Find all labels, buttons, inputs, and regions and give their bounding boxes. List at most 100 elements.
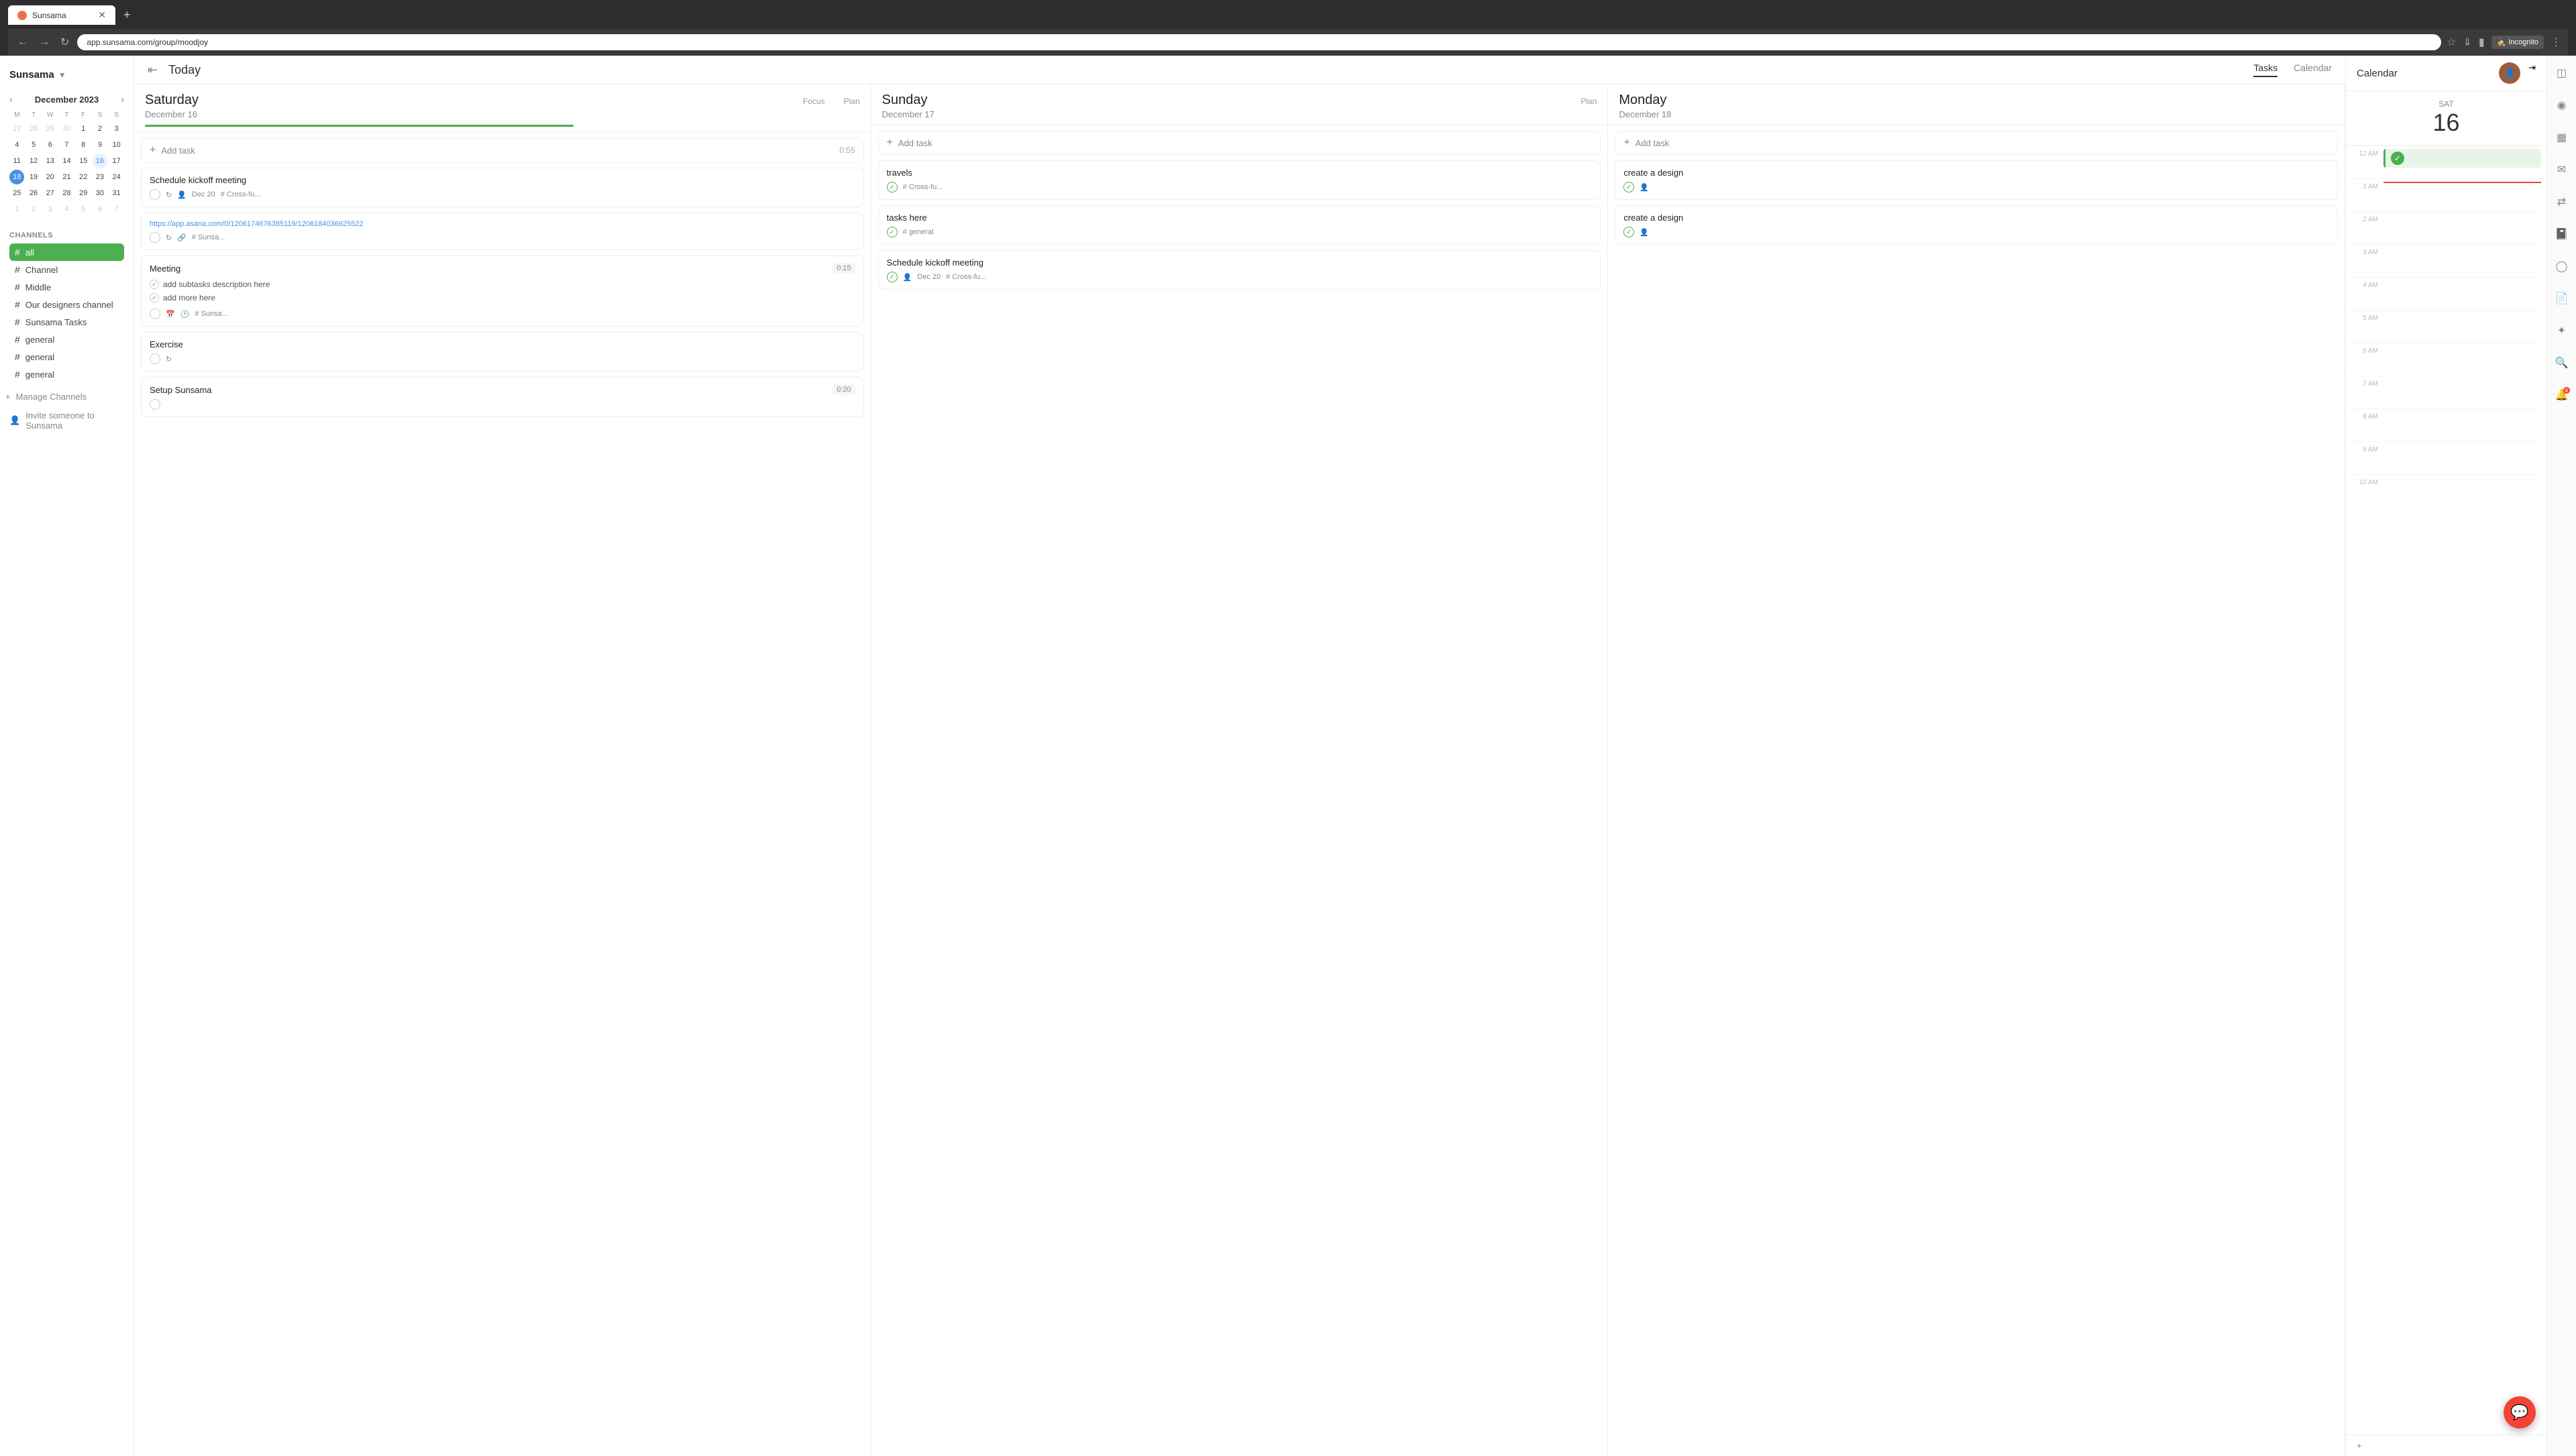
sync-icon[interactable]: ⇄ bbox=[2553, 192, 2571, 211]
cal-day-14[interactable]: 14 bbox=[59, 154, 74, 168]
cal-day-24[interactable]: 24 bbox=[109, 170, 124, 184]
forward-button[interactable]: → bbox=[36, 34, 52, 51]
cal-day-25[interactable]: 25 bbox=[9, 186, 24, 201]
mail-icon[interactable]: ✉ bbox=[2553, 160, 2571, 179]
channel-item-sunsama-tasks[interactable]: # Sunsama Tasks bbox=[9, 313, 124, 331]
cal-day-27[interactable]: 27 bbox=[43, 186, 58, 201]
cal-day-28[interactable]: 28 bbox=[59, 186, 74, 201]
task-card-tasks-here[interactable]: tasks here ✓ # general bbox=[878, 205, 1601, 245]
cal-day-11[interactable]: 11 bbox=[9, 154, 24, 168]
add-task-saturday[interactable]: + Add task 0:55 bbox=[141, 138, 864, 162]
cal-day-10[interactable]: 10 bbox=[109, 137, 124, 152]
network-icon[interactable]: ◉ bbox=[2553, 96, 2571, 115]
task-card-travels[interactable]: travels ✓ # Cross-fu... bbox=[878, 160, 1601, 200]
channel-item-general3[interactable]: # general bbox=[9, 366, 124, 383]
cal-day-6-next[interactable]: 6 bbox=[93, 202, 107, 217]
task-card-exercise[interactable]: Exercise ↻ bbox=[141, 332, 864, 372]
new-tab-button[interactable]: + bbox=[118, 5, 136, 25]
url-bar[interactable]: app.sunsama.com/group/moodjoy bbox=[77, 34, 2441, 50]
panel-close-icon[interactable]: ⇥ bbox=[2528, 62, 2536, 84]
cal-day-2-next[interactable]: 2 bbox=[26, 202, 41, 217]
cal-day-23[interactable]: 23 bbox=[93, 170, 107, 184]
cal-day-29[interactable]: 29 bbox=[76, 186, 91, 201]
subtask-check-2[interactable]: ✓ bbox=[150, 293, 159, 302]
browser-tab[interactable]: Sunsama ✕ bbox=[8, 5, 115, 25]
cal-day-3-next[interactable]: 3 bbox=[43, 202, 58, 217]
refresh-star-icon[interactable]: ✦ bbox=[2553, 321, 2571, 340]
task-check-meeting[interactable] bbox=[150, 309, 160, 319]
download-icon[interactable]: ⇓ bbox=[2463, 36, 2471, 49]
cal-day-21[interactable]: 21 bbox=[59, 170, 74, 184]
cal-day-9[interactable]: 9 bbox=[93, 137, 107, 152]
channel-item-channel[interactable]: # Channel bbox=[9, 261, 124, 278]
grid-icon[interactable]: ◫ bbox=[2553, 64, 2571, 82]
cal-day-17[interactable]: 17 bbox=[109, 154, 124, 168]
task-check-design2[interactable]: ✓ bbox=[1623, 227, 1634, 237]
cal-day-7[interactable]: 7 bbox=[59, 137, 74, 152]
collapse-left-button[interactable]: ⇤ bbox=[148, 63, 158, 77]
cal-day-31[interactable]: 31 bbox=[109, 186, 124, 201]
cal-day-16[interactable]: 16 bbox=[93, 154, 107, 168]
task-card-schedule-kickoff[interactable]: Schedule kickoff meeting ↻ 👤 Dec 20 # Cr… bbox=[141, 168, 864, 207]
cal-day-28om[interactable]: 28 bbox=[26, 121, 41, 136]
task-card-setup[interactable]: Setup Sunsama 0:20 bbox=[141, 377, 864, 417]
cal-day-4[interactable]: 4 bbox=[9, 137, 24, 152]
channel-item-all[interactable]: # all bbox=[9, 243, 124, 261]
today-button[interactable]: Today bbox=[168, 63, 201, 77]
tab-tasks[interactable]: Tasks bbox=[2253, 62, 2277, 77]
cal-day-6[interactable]: 6 bbox=[43, 137, 58, 152]
cal-day-13[interactable]: 13 bbox=[43, 154, 58, 168]
cal-day-15[interactable]: 15 bbox=[76, 154, 91, 168]
cal-day-5[interactable]: 5 bbox=[26, 137, 41, 152]
task-check-design1[interactable]: ✓ bbox=[1623, 182, 1634, 192]
fab-button[interactable]: 💬 bbox=[2504, 1396, 2536, 1429]
cal-day-12[interactable]: 12 bbox=[26, 154, 41, 168]
cal-day-18[interactable]: 18 bbox=[9, 170, 24, 184]
cal-day-19[interactable]: 19 bbox=[26, 170, 41, 184]
extensions-icon[interactable]: ▮ bbox=[2479, 36, 2485, 49]
task-check-schedule[interactable] bbox=[150, 189, 160, 200]
cal-day-27om[interactable]: 27 bbox=[9, 121, 24, 136]
location-icon[interactable]: ◯ bbox=[2553, 257, 2571, 276]
task-card-design2[interactable]: create a design ✓ 👤 bbox=[1615, 205, 2338, 245]
plan-button-sunday[interactable]: Plan bbox=[1580, 97, 1597, 106]
task-card-meeting[interactable]: Meeting 0:15 ✓ add subtasks description … bbox=[141, 256, 864, 327]
card-icon[interactable]: 📄 bbox=[2553, 289, 2571, 308]
cal-day-8[interactable]: 8 bbox=[76, 137, 91, 152]
task-check-setup[interactable] bbox=[150, 399, 160, 410]
cal-day-1-next[interactable]: 1 bbox=[9, 202, 24, 217]
task-check-tasks-here[interactable]: ✓ bbox=[887, 227, 898, 237]
table-icon[interactable]: ▦ bbox=[2553, 128, 2571, 147]
cal-day-5-next[interactable]: 5 bbox=[76, 202, 91, 217]
manage-channels-button[interactable]: + Manage Channels bbox=[0, 388, 133, 405]
user-avatar[interactable]: 👤 bbox=[2499, 62, 2520, 84]
cal-day-2[interactable]: 2 bbox=[93, 121, 107, 136]
search-icon[interactable]: 🔍 bbox=[2553, 353, 2571, 372]
task-card-schedule-sunday[interactable]: Schedule kickoff meeting ✓ 👤 Dec 20 # Cr… bbox=[878, 250, 1601, 290]
mini-cal-next-button[interactable]: › bbox=[121, 94, 124, 105]
plan-button[interactable]: Plan bbox=[844, 97, 860, 106]
notification-icon[interactable]: 🔔 4 bbox=[2553, 386, 2571, 404]
add-task-monday[interactable]: + Add task bbox=[1615, 131, 2338, 155]
task-card-url[interactable]: https://app.asana.com/0/1206174676385119… bbox=[141, 213, 864, 250]
cal-day-20[interactable]: 20 bbox=[43, 170, 58, 184]
subtask-check-1[interactable]: ✓ bbox=[150, 280, 159, 289]
channel-item-general2[interactable]: # general bbox=[9, 348, 124, 366]
mini-cal-prev-button[interactable]: ‹ bbox=[9, 94, 13, 105]
notebook-icon[interactable]: 📓 bbox=[2553, 225, 2571, 243]
back-button[interactable]: ← bbox=[15, 34, 31, 51]
add-task-sunday[interactable]: + Add task bbox=[878, 131, 1601, 155]
tab-close-icon[interactable]: ✕ bbox=[98, 9, 106, 21]
channel-item-middle[interactable]: # Middle bbox=[9, 278, 124, 296]
cal-day-4-next[interactable]: 4 bbox=[59, 202, 74, 217]
task-check-exercise[interactable] bbox=[150, 353, 160, 364]
cal-day-29om[interactable]: 29 bbox=[43, 121, 58, 136]
cal-day-22[interactable]: 22 bbox=[76, 170, 91, 184]
cal-day-30[interactable]: 30 bbox=[93, 186, 107, 201]
task-check-schedule-sunday[interactable]: ✓ bbox=[887, 272, 898, 282]
menu-icon[interactable]: ⋮ bbox=[2551, 36, 2561, 49]
task-check-travels[interactable]: ✓ bbox=[887, 182, 898, 192]
focus-button[interactable]: Focus bbox=[803, 97, 825, 106]
tab-calendar[interactable]: Calendar bbox=[2294, 62, 2332, 77]
task-card-design1[interactable]: create a design ✓ 👤 bbox=[1615, 160, 2338, 200]
